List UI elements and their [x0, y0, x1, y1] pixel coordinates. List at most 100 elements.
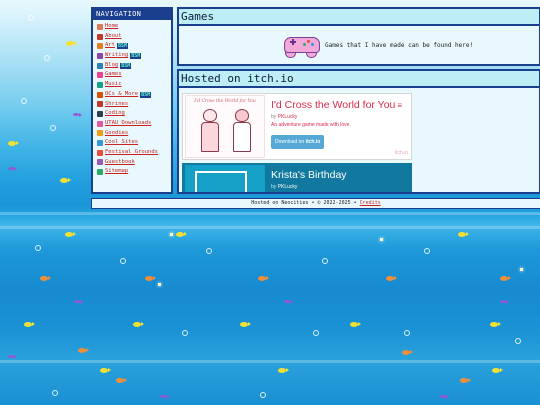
nav-item-games[interactable]: Games [97, 70, 171, 80]
nav-item-sitemap[interactable]: Sitemap [97, 167, 171, 177]
nav-link[interactable]: Goodies [105, 129, 128, 139]
fish-icon [100, 368, 111, 373]
game-title-link[interactable]: I'd Cross the World for You ≡ [271, 99, 407, 112]
nav-item-art[interactable]: Art BSM [97, 41, 171, 51]
fish-icon [500, 276, 511, 281]
ocs-icon [97, 91, 103, 98]
credits-link[interactable]: Credits [360, 200, 381, 206]
nav-link[interactable]: Cool Sites [105, 138, 138, 148]
sparkle-icon [158, 283, 161, 286]
game-title-link[interactable]: Krista's Birthday [271, 169, 407, 182]
utau-icon [97, 120, 103, 127]
nav-link[interactable]: Music [105, 80, 122, 90]
water-stripe [0, 226, 540, 229]
author-link[interactable]: PKLucky [278, 184, 298, 190]
menu-icon[interactable]: ≡ [397, 101, 402, 110]
nav-item-home[interactable]: Home [97, 22, 171, 32]
games-icon [97, 72, 103, 79]
nav-link[interactable]: Shrines [105, 100, 128, 110]
itch-logo[interactable]: itch.io [395, 150, 408, 156]
nav-badge: BSM [116, 43, 128, 50]
sparkle-icon [520, 268, 523, 271]
nav-badge: BSM [120, 62, 132, 69]
art-icon [97, 43, 103, 50]
nav-link[interactable]: Coding [105, 109, 125, 119]
nav-item-cool-sites[interactable]: Cool Sites [97, 138, 171, 148]
game-description: An adventure game made with love [271, 122, 350, 128]
game-cover-image[interactable] [185, 165, 265, 192]
fish-icon [133, 322, 144, 327]
nav-item-writing[interactable]: Writing BSM [97, 51, 171, 61]
bubble-icon [28, 15, 34, 21]
author-link[interactable]: PKLucky [278, 114, 298, 120]
fish-icon [284, 300, 293, 304]
nav-item-goodies[interactable]: Goodies [97, 129, 171, 139]
nav-item-guestbook[interactable]: Guestbook [97, 158, 171, 168]
bubble-icon [322, 258, 328, 264]
nav-link[interactable]: About [105, 32, 122, 42]
fish-icon [402, 350, 413, 355]
nav-link[interactable]: Sitemap [105, 167, 128, 177]
game-cover-image[interactable]: I'd Cross the World for You [185, 95, 265, 158]
fish-icon [74, 300, 83, 304]
nav-item-about[interactable]: About [97, 32, 171, 42]
game-title[interactable]: I'd Cross the World for You [271, 99, 395, 111]
nav-link[interactable]: Guestbook [105, 158, 135, 168]
water-stripe [0, 360, 540, 363]
nav-item-utau-downloads[interactable]: UTAU Downloads [97, 119, 171, 129]
footer-bar: Hosted on Neocities • © 2022-2025 • Cred… [91, 198, 540, 209]
nav-link[interactable]: UTAU Downloads [105, 119, 151, 129]
games-description: Games that I have made can be found here… [325, 41, 474, 49]
itch-widget-cross-the-world[interactable]: I'd Cross the World for You I'd Cross th… [182, 93, 412, 160]
nav-link[interactable]: Home [105, 22, 118, 32]
nav-link[interactable]: Games [105, 70, 122, 80]
nav-badge: BSM [140, 91, 152, 98]
nav-item-shrines[interactable]: Shrines [97, 100, 171, 110]
navigation-panel: NAVIGATION Home About Art BSM Writing BSM Blog… [91, 7, 173, 194]
shrines-icon [97, 101, 103, 108]
bubble-icon [260, 392, 266, 398]
author-line: by PKLucky [271, 184, 298, 190]
nav-item-festival-grounds[interactable]: Festival Grounds [97, 148, 171, 158]
guestbook-icon [97, 159, 103, 166]
nav-link[interactable]: Festival Grounds [105, 148, 158, 158]
fish-icon [8, 141, 19, 146]
navigation-heading: NAVIGATION [93, 9, 171, 20]
fish-icon [8, 167, 17, 171]
fish-icon [66, 41, 77, 46]
nav-item-music[interactable]: Music [97, 80, 171, 90]
writing-icon [97, 52, 103, 59]
fish-icon [145, 276, 156, 281]
nav-badge: BSM [130, 52, 142, 59]
fish-icon [73, 113, 82, 117]
fish-icon [460, 378, 471, 383]
sitemap-icon [97, 169, 103, 176]
footer-text: Hosted on Neocities • © 2022-2025 • [251, 200, 357, 206]
itch-widget-list[interactable]: I'd Cross the World for You I'd Cross th… [179, 88, 539, 192]
bubble-icon [120, 258, 126, 264]
fish-icon [65, 232, 76, 237]
navigation-list: Home About Art BSM Writing BSM Blog BSM Games Mus… [93, 22, 171, 177]
nav-item-ocs-more[interactable]: OCs & More BSM [97, 90, 171, 100]
nav-item-blog[interactable]: Blog BSM [97, 61, 171, 71]
nav-link[interactable]: OCs & More [105, 90, 138, 100]
fish-icon [258, 276, 269, 281]
author-line: by PKLucky [271, 114, 298, 120]
game-title[interactable]: Krista's Birthday [271, 169, 347, 181]
download-button[interactable]: Download on itch.io [271, 135, 325, 149]
fish-icon [160, 395, 169, 399]
coding-icon [97, 111, 103, 118]
nav-link[interactable]: Blog [105, 61, 118, 71]
music-icon [97, 81, 103, 88]
itch-widget-kristas-birthday[interactable]: Krista's Birthday by PKLucky [182, 163, 412, 192]
nav-link[interactable]: Writing [105, 51, 128, 61]
bubble-icon [206, 248, 212, 254]
bubble-icon [21, 98, 27, 104]
nav-link[interactable]: Art [105, 41, 115, 51]
nav-item-coding[interactable]: Coding [97, 109, 171, 119]
home-icon [97, 23, 103, 30]
cool-sites-icon [97, 140, 103, 147]
water-stripe [0, 212, 540, 215]
fish-icon [490, 322, 501, 327]
itch-panel: Hosted on itch.io I'd Cross the World fo… [177, 69, 540, 194]
